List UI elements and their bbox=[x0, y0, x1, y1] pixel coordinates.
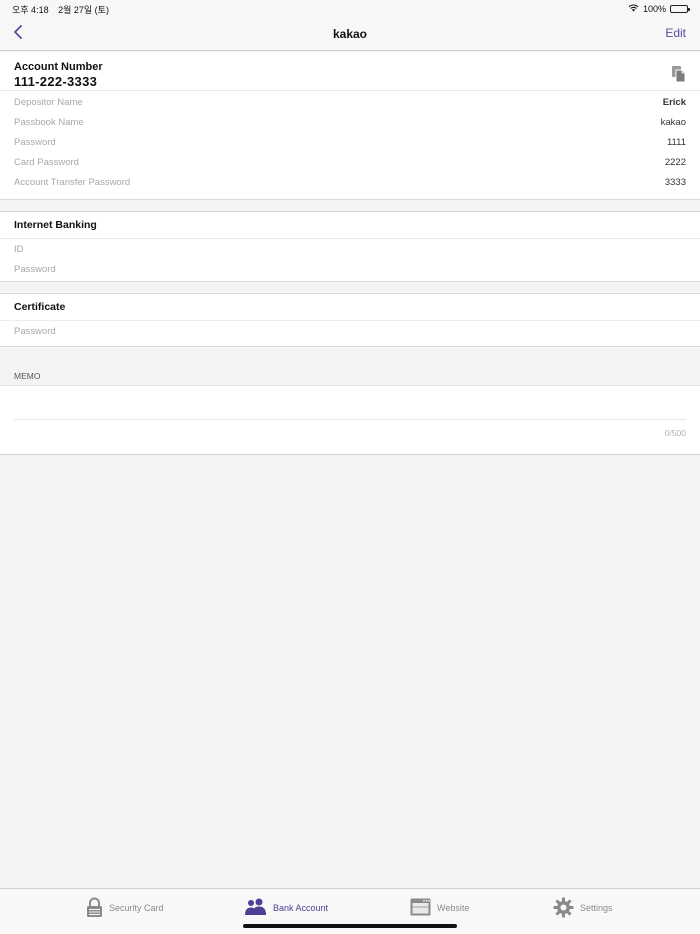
account-card: Account Number 111-222-3333 Depositor Na… bbox=[0, 52, 700, 200]
detail-content: Account Number 111-222-3333 Depositor Na… bbox=[0, 52, 700, 455]
cert-password-row: Password bbox=[0, 322, 700, 342]
browser-window-icon bbox=[410, 898, 431, 918]
status-left: 오후 4:18 2월 27일 (토) bbox=[12, 3, 116, 16]
row-label: Account Transfer Password bbox=[14, 176, 131, 188]
home-indicator bbox=[243, 924, 457, 928]
tab-website[interactable]: Website bbox=[410, 897, 469, 919]
status-right: 100% bbox=[628, 4, 690, 14]
certificate-details: Password bbox=[0, 321, 700, 346]
row-label: Password bbox=[14, 326, 56, 338]
tab-label: Website bbox=[437, 903, 470, 913]
ib-id-row: ID bbox=[0, 240, 700, 260]
status-date: 2월 27일 (토) bbox=[58, 4, 109, 15]
battery-percent: 100% bbox=[642, 4, 666, 14]
wifi-icon bbox=[628, 4, 639, 14]
people-icon bbox=[245, 898, 267, 918]
memo-header: MEMO bbox=[0, 346, 700, 385]
account-number-header: Account Number 111-222-3333 bbox=[0, 52, 700, 91]
internet-banking-card: Internet Banking ID Password bbox=[0, 211, 700, 282]
account-details: Depositor Name Erick Passbook Name kakao… bbox=[0, 91, 700, 199]
status-time: 오후 4:18 bbox=[12, 4, 49, 15]
section-gap bbox=[0, 281, 700, 294]
back-button[interactable] bbox=[6, 22, 30, 46]
card-password-row: Card Password 2222 bbox=[0, 152, 700, 172]
row-value: 3333 bbox=[664, 176, 686, 188]
tab-security-card[interactable]: Security Card bbox=[86, 897, 164, 919]
memo-text-area[interactable] bbox=[14, 386, 686, 420]
copy-button[interactable] bbox=[671, 65, 687, 83]
tab-label: Bank Account bbox=[273, 903, 329, 913]
lock-icon bbox=[86, 897, 103, 920]
status-bar: 오후 4:18 2월 27일 (토) 100% bbox=[0, 0, 700, 18]
memo-label: MEMO bbox=[14, 370, 41, 381]
section-gap bbox=[0, 199, 700, 212]
row-label: Card Password bbox=[14, 156, 79, 168]
edit-button[interactable]: Edit bbox=[665, 26, 686, 40]
certificate-card: Certificate Password bbox=[0, 293, 700, 347]
row-value: 1111 bbox=[666, 136, 686, 148]
account-number-value[interactable]: 111-222-3333 bbox=[14, 74, 686, 90]
tab-settings[interactable]: Settings bbox=[553, 897, 613, 919]
row-label: ID bbox=[14, 244, 24, 256]
navigation-bar: kakao Edit bbox=[0, 18, 700, 51]
row-label: Depositor Name bbox=[14, 97, 83, 109]
account-number-label: Account Number bbox=[14, 61, 103, 73]
internet-banking-title: Internet Banking bbox=[0, 212, 700, 239]
row-value: Erick bbox=[662, 97, 686, 109]
internet-banking-details: ID Password bbox=[0, 239, 700, 281]
tab-bank-account[interactable]: Bank Account bbox=[245, 897, 328, 919]
transfer-password-row: Account Transfer Password 3333 bbox=[0, 172, 700, 192]
row-label: Passbook Name bbox=[14, 117, 84, 129]
certificate-title: Certificate bbox=[0, 294, 700, 321]
ib-password-row: Password bbox=[0, 260, 700, 280]
gear-icon bbox=[553, 897, 574, 920]
memo-card: 0/500 bbox=[0, 384, 700, 455]
chevron-left-icon bbox=[13, 24, 23, 44]
row-label: Password bbox=[14, 136, 56, 148]
memo-char-count: 0/500 bbox=[664, 427, 686, 438]
password-row: Password 1111 bbox=[0, 133, 700, 153]
tab-label: Security Card bbox=[109, 903, 164, 913]
depositor-name-row: Depositor Name Erick bbox=[0, 93, 700, 113]
battery-icon bbox=[670, 5, 690, 13]
row-value: 2222 bbox=[664, 156, 686, 168]
row-label: Password bbox=[14, 264, 56, 276]
row-value: kakao bbox=[660, 117, 686, 129]
page-title: kakao bbox=[332, 27, 368, 41]
tab-label: Settings bbox=[580, 903, 613, 913]
copy-icon bbox=[671, 66, 687, 87]
passbook-name-row: Passbook Name kakao bbox=[0, 113, 700, 133]
